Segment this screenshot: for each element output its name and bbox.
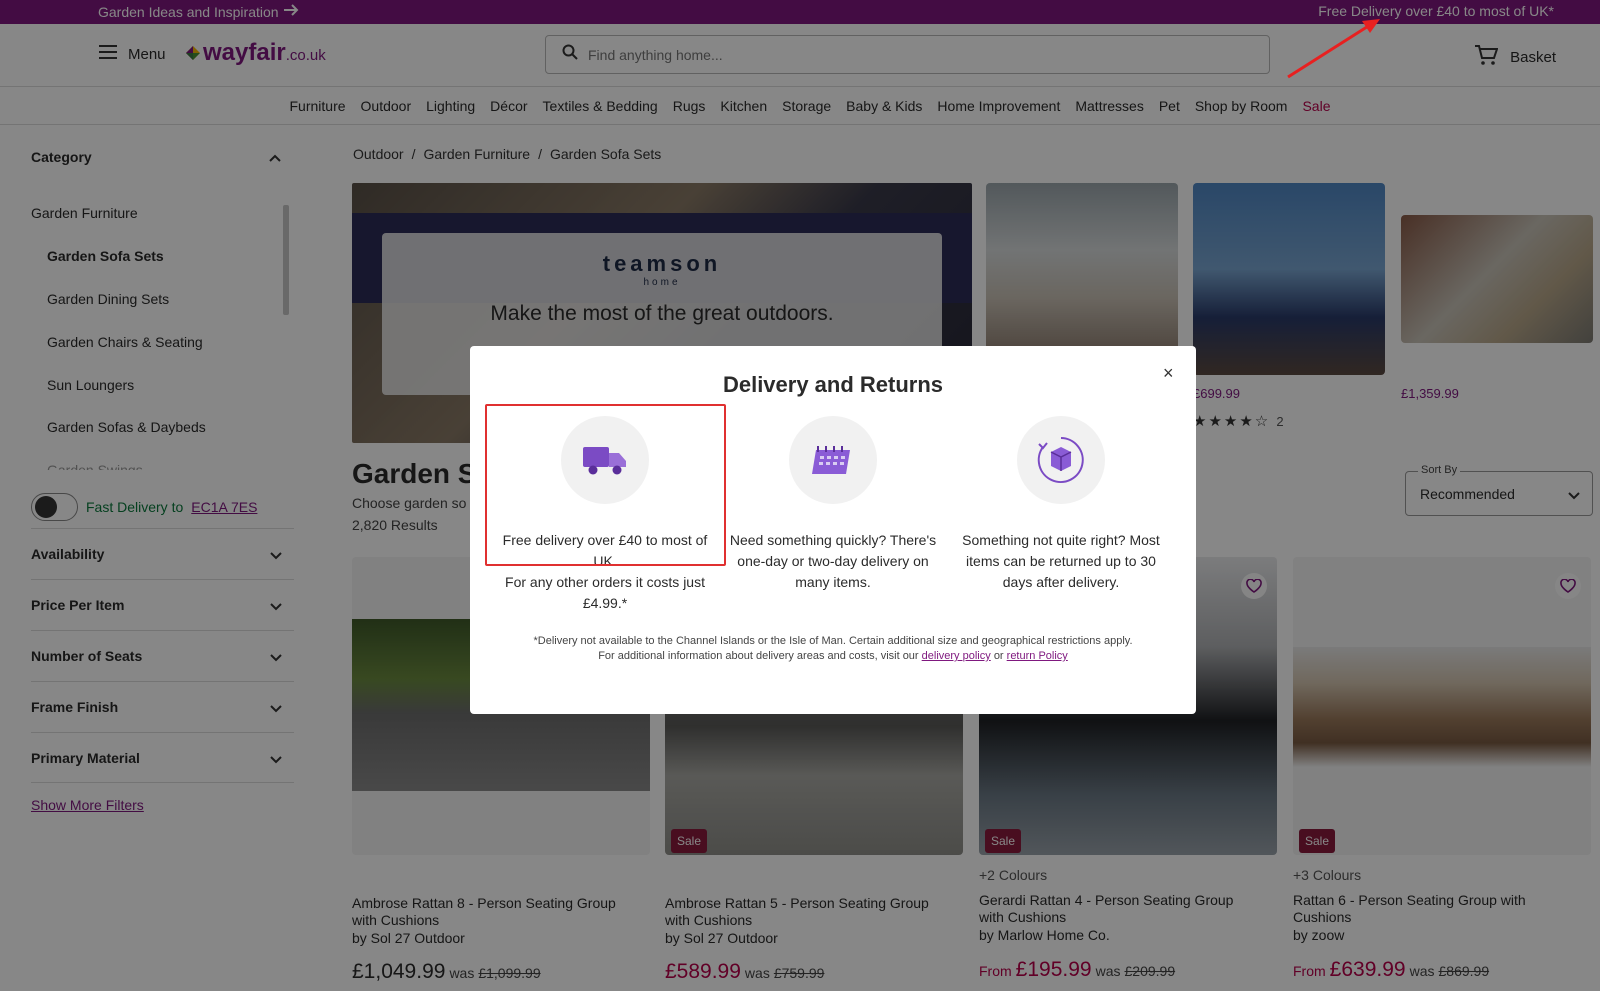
delivery-text-line2: For any other orders it costs just £4.99… xyxy=(505,574,705,611)
quick-delivery-text: Need something quickly? There's one-day … xyxy=(729,532,937,590)
return-policy-link[interactable]: return Policy xyxy=(1007,650,1068,662)
quick-delivery-column: Need something quickly? There's one-day … xyxy=(719,416,947,593)
calendar-icon xyxy=(812,446,850,474)
returns-column: Something not quite right? Most items ca… xyxy=(947,416,1175,593)
returns-icon-circle xyxy=(1017,416,1105,504)
footnote-line2: For additional information about deliver… xyxy=(470,649,1196,664)
delivery-policy-link[interactable]: delivery policy xyxy=(922,650,991,662)
close-icon[interactable]: × xyxy=(1163,363,1174,384)
delivery-returns-modal: Delivery and Returns × Free delivery ove… xyxy=(470,346,1196,714)
calendar-icon-circle xyxy=(789,416,877,504)
annotation-highlight-box xyxy=(485,404,726,566)
annotation-arrow xyxy=(1287,19,1380,79)
footnote-line1: *Delivery not available to the Channel I… xyxy=(533,635,1133,647)
footnote-line2-text: For additional information about deliver… xyxy=(598,650,919,662)
modal-footnote: *Delivery not available to the Channel I… xyxy=(470,634,1196,664)
returns-box-icon xyxy=(1037,437,1084,483)
footnote-or: or xyxy=(993,650,1004,662)
modal-title: Delivery and Returns xyxy=(722,372,944,397)
returns-text: Something not quite right? Most items ca… xyxy=(962,532,1160,590)
